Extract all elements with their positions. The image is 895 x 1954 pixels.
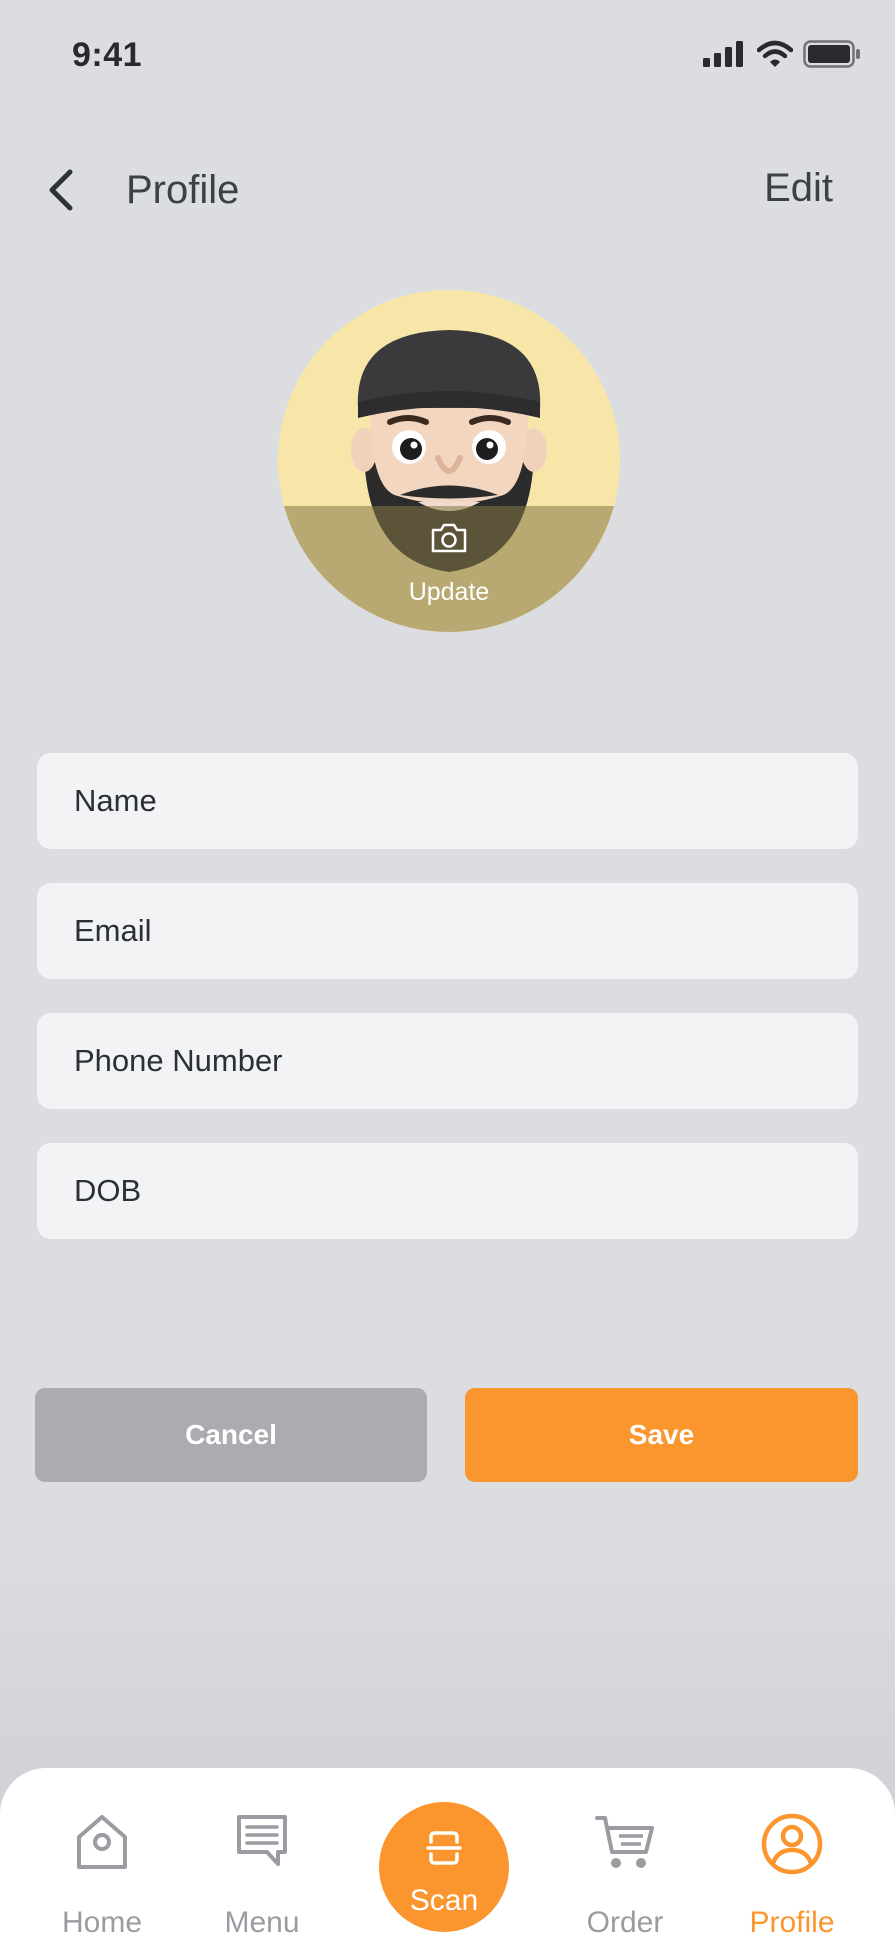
tab-menu[interactable]: Menu bbox=[182, 1768, 342, 1954]
tab-scan-label: Scan bbox=[409, 1884, 479, 1917]
chevron-left-icon bbox=[38, 169, 86, 222]
edit-button[interactable]: Edit bbox=[764, 166, 833, 211]
signal-icon bbox=[703, 41, 747, 67]
phone-number-field[interactable]: Phone Number bbox=[37, 1013, 858, 1109]
header: Profile Edit bbox=[0, 150, 895, 230]
battery-icon bbox=[803, 40, 861, 68]
profile-icon bbox=[760, 1812, 824, 1881]
email-field[interactable]: Email bbox=[37, 883, 858, 979]
name-field[interactable]: Name bbox=[37, 753, 858, 849]
scan-icon bbox=[426, 1830, 462, 1871]
cancel-button[interactable]: Cancel bbox=[35, 1388, 427, 1482]
cart-icon bbox=[594, 1812, 656, 1877]
tab-order[interactable]: Order bbox=[545, 1768, 705, 1954]
dob-field[interactable]: DOB bbox=[37, 1143, 858, 1239]
page-title: Profile bbox=[126, 168, 240, 212]
tab-profile-label: Profile bbox=[749, 1906, 835, 1939]
back-button[interactable] bbox=[38, 162, 86, 218]
tab-profile[interactable]: Profile bbox=[712, 1768, 872, 1954]
tab-order-label: Order bbox=[586, 1906, 664, 1939]
tab-scan[interactable]: Scan bbox=[379, 1802, 509, 1932]
tab-bar: Home Menu Scan Order Profile bbox=[0, 1768, 895, 1954]
home-icon bbox=[74, 1812, 130, 1877]
status-icons bbox=[703, 40, 861, 68]
camera-icon bbox=[430, 522, 468, 559]
tab-home[interactable]: Home bbox=[22, 1768, 182, 1954]
tab-home-label: Home bbox=[61, 1906, 143, 1939]
avatar-update-button[interactable]: Update bbox=[278, 290, 620, 632]
wifi-icon bbox=[757, 40, 793, 68]
status-time: 9:41 bbox=[72, 36, 143, 74]
status-bar: 9:41 bbox=[0, 0, 895, 110]
update-label: Update bbox=[408, 578, 490, 606]
save-button[interactable]: Save bbox=[465, 1388, 858, 1482]
tab-menu-label: Menu bbox=[224, 1906, 300, 1939]
menu-icon bbox=[234, 1812, 290, 1873]
